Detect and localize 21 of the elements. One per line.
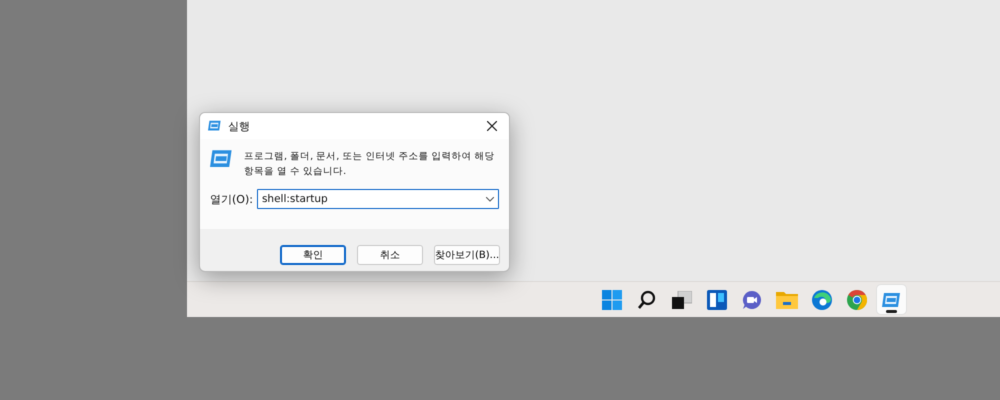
squares-icon [672,290,692,308]
window-title: 실행 [228,118,251,134]
window-icon [882,292,902,308]
instruction-text: 프로그램, 폴더, 문서, 또는 인터넷 주소를 입력하여 해당 항목을 열 수 있습니다. [244,150,496,179]
open-label: 열기(O): [210,192,253,206]
dialog-button[interactable]: 확인 [280,245,346,265]
panels-icon [706,290,726,310]
grid-icon [602,290,622,310]
open-field[interactable]: shell:startup [256,189,499,209]
swirl-icon [812,290,832,310]
circle-ring-icon [846,290,866,310]
window-icon [208,120,222,132]
folder-icon [776,290,798,308]
taskbar-button[interactable] [877,285,906,314]
chevron-icon [486,196,494,202]
search-icon [638,290,656,310]
close-icon [487,120,497,130]
window-icon [210,149,234,168]
dialog-button[interactable]: 취소 [357,245,423,265]
video-chat-icon [742,290,762,310]
dialog-button[interactable]: 찾아보기(B)... [434,245,500,265]
